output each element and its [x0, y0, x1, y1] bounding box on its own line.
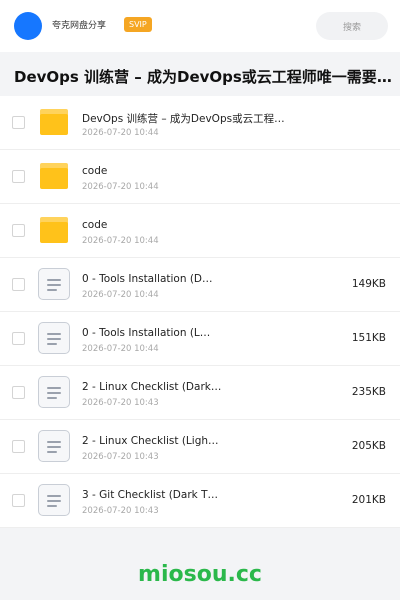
folder-icon [40, 109, 68, 135]
file-date: 2026-07-20 10:44 [82, 344, 159, 354]
user-name[interactable]: 夸克网盘分享 [52, 18, 106, 31]
folder-icon [40, 217, 68, 243]
file-name: code [82, 219, 108, 231]
file-row[interactable]: code 2026-07-20 10:44 [0, 150, 400, 204]
row-checkbox[interactable] [12, 224, 25, 237]
file-date: 2026-07-20 10:44 [82, 236, 159, 246]
top-bar: 夸克网盘分享 SVIP 搜索 [0, 0, 400, 52]
row-checkbox[interactable] [12, 386, 25, 399]
file-row[interactable]: 0 - Tools Installation (D… 2026-07-20 10:… [0, 258, 400, 312]
search-placeholder: 搜索 [342, 22, 361, 33]
avatar[interactable] [14, 12, 42, 40]
file-row[interactable]: 3 - Git Checklist (Dark T… 2026-07-20 10:… [0, 474, 400, 528]
document-icon [38, 322, 70, 354]
share-title: DevOps 训练营 – 成为DevOps或云工程师唯一需要参… [14, 68, 394, 86]
file-row[interactable]: code 2026-07-20 10:44 [0, 204, 400, 258]
document-icon [38, 268, 70, 300]
file-date: 2026-07-20 10:43 [82, 398, 159, 408]
file-size: 151KB [351, 332, 386, 344]
file-row[interactable]: 2 - Linux Checklist (Ligh… 2026-07-20 10:… [0, 420, 400, 474]
search-input[interactable]: 搜索 [316, 12, 388, 40]
row-checkbox[interactable] [12, 170, 25, 183]
file-size: 205KB [351, 440, 386, 452]
file-row[interactable]: 2 - Linux Checklist (Dark… 2026-07-20 10:… [0, 366, 400, 420]
file-name: 0 - Tools Installation (L… [82, 327, 211, 339]
file-date: 2026-07-20 10:44 [82, 290, 159, 300]
document-icon [38, 484, 70, 516]
file-date: 2026-07-20 10:44 [82, 128, 159, 138]
file-list: DevOps 训练营 – 成为DevOps或云工程… 2026-07-20 10:… [0, 96, 400, 528]
row-checkbox[interactable] [12, 440, 25, 453]
file-row[interactable]: 0 - Tools Installation (L… 2026-07-20 10:… [0, 312, 400, 366]
row-checkbox[interactable] [12, 332, 25, 345]
folder-icon [40, 163, 68, 189]
file-date: 2026-07-20 10:44 [82, 182, 159, 192]
file-name: 3 - Git Checklist (Dark T… [82, 489, 218, 501]
file-name: 2 - Linux Checklist (Ligh… [82, 435, 219, 447]
file-date: 2026-07-20 10:43 [82, 452, 159, 462]
file-size: 201KB [351, 494, 386, 506]
file-size: 149KB [351, 278, 386, 290]
file-date: 2026-07-20 10:43 [82, 506, 159, 516]
file-size: 235KB [351, 386, 386, 398]
row-checkbox[interactable] [12, 278, 25, 291]
file-name: 0 - Tools Installation (D… [82, 273, 213, 285]
watermark: miosou.cc [138, 562, 262, 587]
file-row[interactable]: DevOps 训练营 – 成为DevOps或云工程… 2026-07-20 10:… [0, 96, 400, 150]
document-icon [38, 430, 70, 462]
document-icon [38, 376, 70, 408]
file-name: code [82, 165, 108, 177]
row-checkbox[interactable] [12, 494, 25, 507]
row-checkbox[interactable] [12, 116, 25, 129]
file-name: DevOps 训练营 – 成为DevOps或云工程… [82, 113, 285, 125]
file-name: 2 - Linux Checklist (Dark… [82, 381, 222, 393]
svip-badge: SVIP [124, 17, 152, 32]
